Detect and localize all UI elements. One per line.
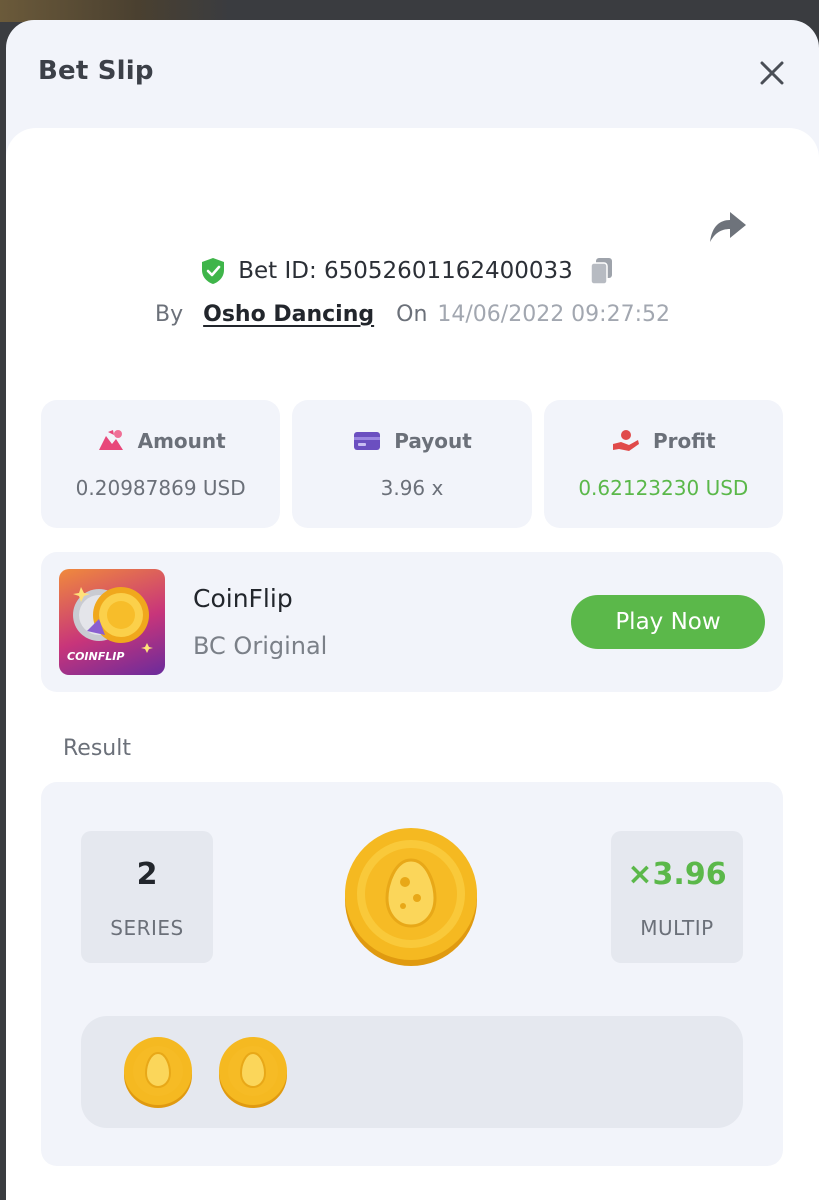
series-value: 2: [136, 857, 158, 892]
stat-payout-head: Payout: [352, 428, 472, 454]
modal-title: Bet Slip: [38, 56, 154, 86]
on-label: On: [396, 302, 428, 327]
stat-profit-label: Profit: [652, 429, 716, 453]
series-card: 2 SERIES: [81, 831, 213, 963]
coin-result-icon: [345, 828, 477, 966]
shield-check-icon: [202, 258, 225, 284]
game-name: CoinFlip: [193, 584, 293, 613]
game-thumbnail[interactable]: COINFLIP: [59, 569, 165, 675]
stat-payout-label: Payout: [394, 429, 472, 453]
bet-slip-modal: Bet Slip Bet ID: 65052601162400033 By Os…: [6, 20, 819, 1200]
backdrop: [0, 0, 230, 22]
stat-profit-value: 0.62123230 USD: [578, 476, 749, 500]
bet-stats: Amount 0.20987869 USD Payout 3.96 x Prof…: [41, 400, 783, 528]
user-link[interactable]: Osho Dancing: [203, 302, 374, 327]
multiplier-card: ×3.96 MULTIP: [611, 831, 743, 963]
by-label: By: [155, 302, 184, 327]
coin-history-icon: [219, 1037, 287, 1108]
game-thumb-label: COINFLIP: [67, 650, 125, 663]
stat-amount-label: Amount: [137, 429, 226, 453]
bet-meta-row: By Osho Dancing On 14/06/2022 09:27:52: [6, 302, 819, 327]
play-now-button[interactable]: Play Now: [571, 595, 765, 649]
bet-slip-content: Bet ID: 65052601162400033 By Osho Dancin…: [6, 128, 819, 1200]
amount-icon: [98, 430, 123, 450]
share-icon[interactable]: [706, 206, 748, 244]
multiplier-label: MULTIP: [640, 916, 714, 940]
payout-card-icon: [354, 432, 381, 450]
bet-id: Bet ID: 65052601162400033: [238, 258, 573, 284]
close-icon[interactable]: [757, 58, 787, 88]
profit-hand-icon: [612, 430, 639, 451]
game-provider: BC Original: [193, 632, 328, 660]
stat-payout: Payout 3.96 x: [292, 400, 532, 528]
stat-payout-value: 3.96 x: [380, 476, 444, 500]
series-label: SERIES: [110, 916, 184, 940]
result-heading: Result: [63, 736, 131, 761]
stat-amount-value: 0.20987869 USD: [75, 476, 246, 500]
coin-history-icon: [124, 1037, 192, 1108]
game-card: COINFLIP CoinFlip BC Original Play Now: [41, 552, 783, 692]
result-panel: 2 SERIES ×3.96 MULTIP: [41, 782, 783, 1166]
bet-id-row: Bet ID: 65052601162400033: [6, 256, 819, 286]
stat-profit-head: Profit: [611, 428, 716, 454]
stat-amount-head: Amount: [96, 428, 226, 454]
flip-history: [81, 1016, 743, 1128]
copy-icon[interactable]: [589, 256, 615, 286]
stat-profit: Profit 0.62123230 USD: [543, 400, 783, 528]
stat-amount: Amount 0.20987869 USD: [41, 400, 281, 528]
modal-header: Bet Slip: [6, 20, 819, 128]
multiplier-value: ×3.96: [627, 857, 727, 892]
bet-date: 14/06/2022 09:27:52: [437, 302, 670, 327]
